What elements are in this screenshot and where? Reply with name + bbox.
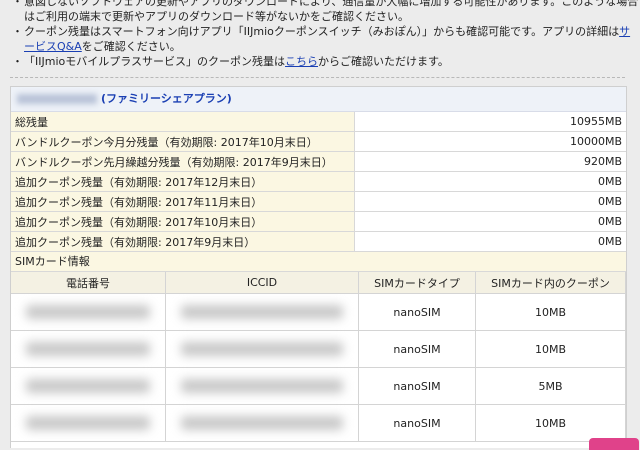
remaining-value: 0MB <box>354 211 626 232</box>
iccid-blurred <box>165 367 359 405</box>
table-row: 追加クーポン残量（有効期限: 2017年10月末日） 0MB <box>11 211 626 232</box>
table-row: 追加クーポン残量（有効期限: 2017年12月末日） 0MB <box>11 171 626 192</box>
remaining-value: 0MB <box>354 231 626 252</box>
remaining-label: 追加クーポン残量（有効期限: 2017年11月末日） <box>11 191 355 212</box>
phone-number-blurred <box>11 293 166 331</box>
notice-text: 意図しないソフトウェアの更新やアプリのダウンロードにより、通信量が大幅に増加する… <box>24 0 639 23</box>
notice-text: 「IIJmioモバイルプラスサービス」のクーポン残量は <box>24 55 286 68</box>
table-row: 追加クーポン残量（有効期限: 2017年11月末日） 0MB <box>11 191 626 212</box>
sim-section-label: SIMカード情報 <box>11 252 626 272</box>
sim-type: nanoSIM <box>358 367 476 405</box>
remaining-value: 0MB <box>354 171 626 192</box>
sim-type: nanoSIM <box>358 404 476 442</box>
remaining-label: バンドルクーポン先月繰越分残量（有効期限: 2017年9月末日） <box>11 151 355 172</box>
notice-area: ・意図しないソフトウェアの更新やアプリのダウンロードにより、通信量が大幅に増加す… <box>0 0 640 78</box>
bullet: ・ <box>12 0 23 8</box>
notice-text: からご確認いただけます。 <box>318 55 449 68</box>
remaining-table: 総残量 10955MB バンドルクーポン今月分残量（有効期限: 2017年10月末… <box>11 112 626 252</box>
sim-coupon: 10MB <box>475 404 626 442</box>
table-row: 追加クーポン残量（有効期限: 2017年9月末日） 0MB <box>11 231 626 252</box>
sim-coupon: 10MB <box>475 330 626 368</box>
table-row: nanoSIM 10MB <box>11 330 626 368</box>
remaining-value: 10955MB <box>354 112 626 132</box>
notice-item: ・クーポン残量はスマートフォン向けアプリ「IIJmioクーポンスイッチ（みおぽん… <box>0 24 640 54</box>
sim-type: nanoSIM <box>358 293 476 331</box>
notice-text: をご確認ください。 <box>81 40 181 53</box>
blurred-account-id <box>17 94 97 104</box>
remaining-value: 0MB <box>354 191 626 212</box>
sim-type: nanoSIM <box>358 330 476 368</box>
notice-text: クーポン残量はスマートフォン向けアプリ「IIJmioクーポンスイッチ（みおぽん）… <box>24 25 620 38</box>
iccid-blurred <box>165 293 359 331</box>
remaining-label: 追加クーポン残量（有効期限: 2017年10月末日） <box>11 211 355 232</box>
divider <box>10 77 625 78</box>
remaining-label: 総残量 <box>11 112 355 132</box>
coupon-panel: (ファミリーシェアプラン) 総残量 10955MB バンドルクーポン今月分残量（有… <box>10 86 627 448</box>
col-sim-coupon: SIMカード内のクーポン <box>475 272 626 294</box>
remaining-value: 10000MB <box>354 131 626 152</box>
sim-table: 電話番号 ICCID SIMカードタイプ SIMカード内のクーポン nanoSI… <box>11 272 626 442</box>
table-row: nanoSIM 5MB <box>11 367 626 405</box>
remaining-label: 追加クーポン残量（有効期限: 2017年12月末日） <box>11 171 355 192</box>
notice-item: ・意図しないソフトウェアの更新やアプリのダウンロードにより、通信量が大幅に増加す… <box>0 0 640 24</box>
bullet: ・ <box>12 25 23 38</box>
iccid-blurred <box>165 404 359 442</box>
plan-name: (ファミリーシェアプラン) <box>101 92 232 105</box>
table-row: nanoSIM 10MB <box>11 293 626 331</box>
remaining-value: 920MB <box>354 151 626 172</box>
remaining-label: 追加クーポン残量（有効期限: 2017年9月末日） <box>11 231 355 252</box>
iccid-blurred <box>165 330 359 368</box>
col-sim-type: SIMカードタイプ <box>358 272 476 294</box>
table-row: 総残量 10955MB <box>11 112 626 132</box>
sim-header-row: 電話番号 ICCID SIMカードタイプ SIMカード内のクーポン <box>11 272 626 294</box>
mobile-plus-link[interactable]: こちら <box>285 55 318 68</box>
col-phone-number: 電話番号 <box>11 272 166 294</box>
sim-coupon: 5MB <box>475 367 626 405</box>
phone-number-blurred <box>11 404 166 442</box>
table-row: バンドルクーポン先月繰越分残量（有効期限: 2017年9月末日） 920MB <box>11 151 626 172</box>
remaining-label: バンドルクーポン今月分残量（有効期限: 2017年10月末日） <box>11 131 355 152</box>
bullet: ・ <box>12 55 23 68</box>
table-row: バンドルクーポン今月分残量（有効期限: 2017年10月末日） 10000MB <box>11 131 626 152</box>
phone-number-blurred <box>11 367 166 405</box>
table-row: nanoSIM 10MB <box>11 404 626 442</box>
notice-item: ・「IIJmioモバイルプラスサービス」のクーポン残量はこちらからご確認いただけ… <box>0 54 640 69</box>
sim-coupon: 10MB <box>475 293 626 331</box>
phone-number-blurred <box>11 330 166 368</box>
submit-button[interactable] <box>589 438 639 450</box>
col-iccid: ICCID <box>165 272 359 294</box>
plan-title: (ファミリーシェアプラン) <box>11 87 626 112</box>
